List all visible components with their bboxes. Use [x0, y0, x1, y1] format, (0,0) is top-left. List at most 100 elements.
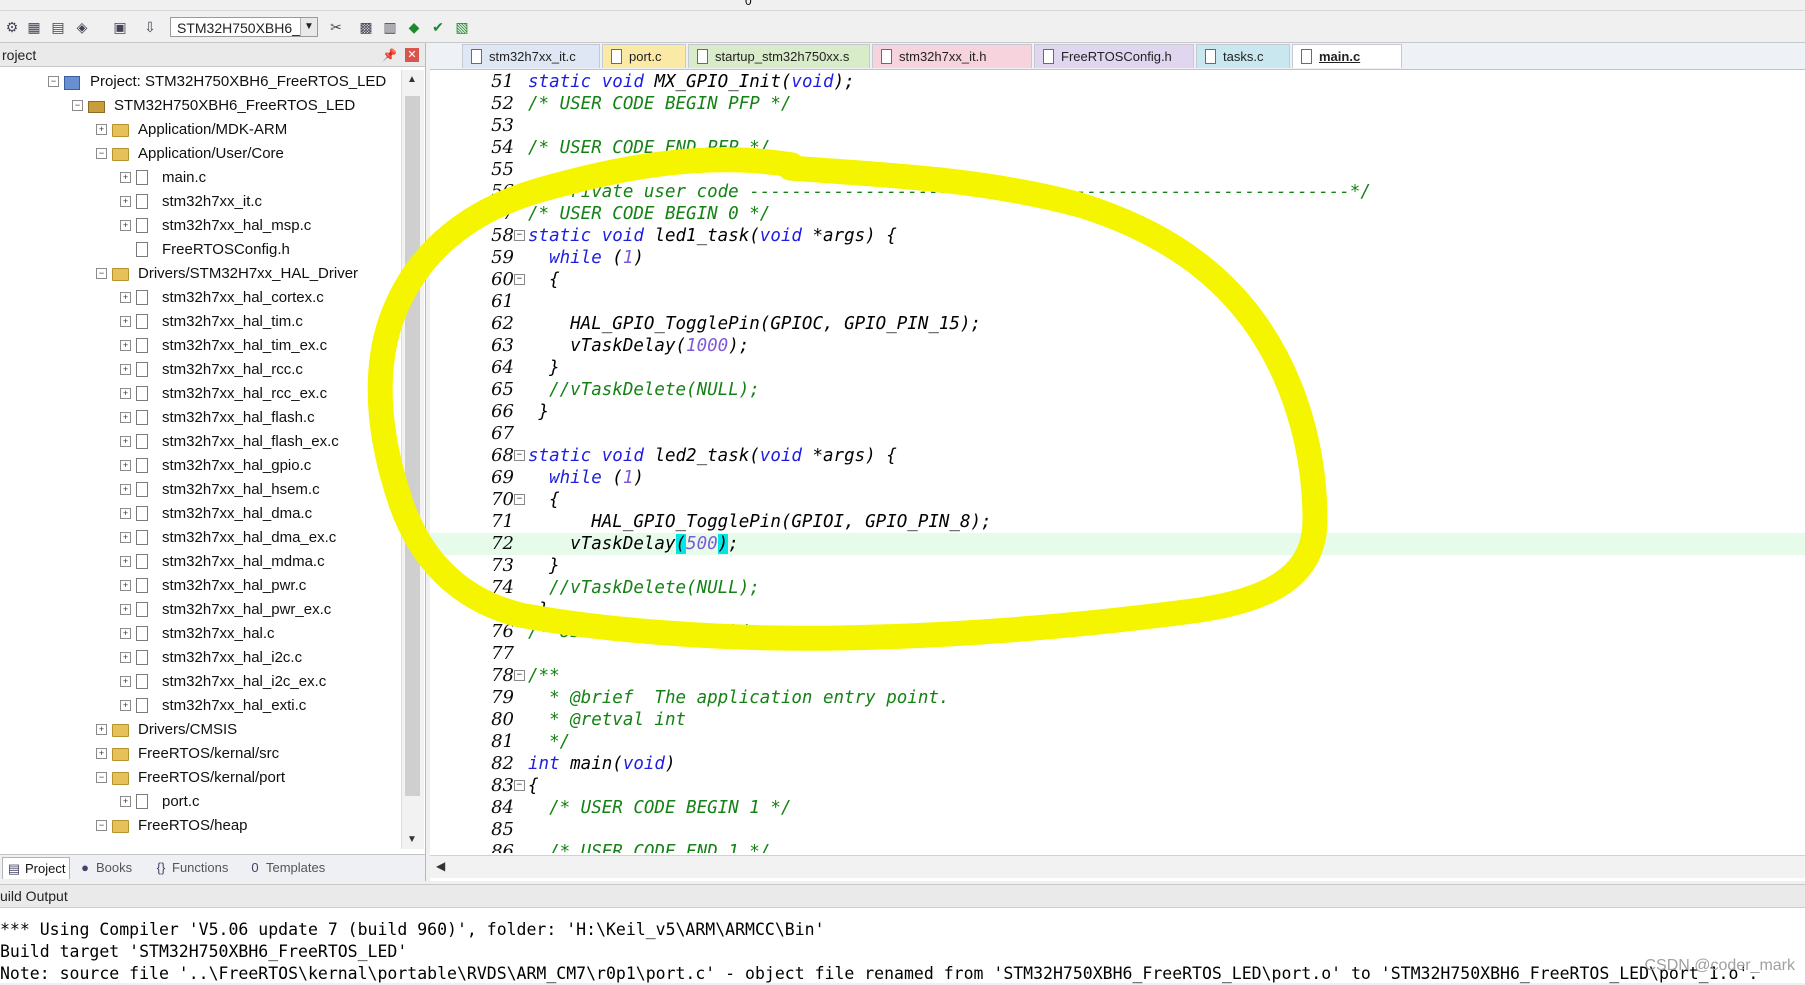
close-icon[interactable]: ✕	[405, 48, 419, 62]
tree-item[interactable]: + stm32h7xx_hal_tim_ex.c	[0, 334, 400, 358]
code-line[interactable]: 68− static void led2_task(void *args) {	[430, 445, 1805, 467]
tree-item[interactable]: + FreeRTOS/kernal/src	[0, 742, 400, 766]
code-view[interactable]: 51 static void MX_GPIO_Init(void); 52 /* US…	[430, 71, 1805, 853]
expand-icon[interactable]: +	[120, 676, 131, 687]
code-line[interactable]: 83−{	[430, 775, 1805, 797]
code-line[interactable]: 54 /* USER CODE END PFP */	[430, 137, 1805, 159]
code-line[interactable]: 67	[430, 423, 1805, 445]
code-line[interactable]: 51 static void MX_GPIO_Init(void);	[430, 71, 1805, 93]
expand-icon[interactable]: +	[120, 172, 131, 183]
fold-icon[interactable]: −	[514, 670, 525, 681]
tree-item[interactable]: + stm32h7xx_hal_msp.c	[0, 214, 400, 238]
collapse-icon[interactable]: −	[48, 76, 59, 87]
tree-item[interactable]: + stm32h7xx_hal_i2c_ex.c	[0, 670, 400, 694]
tree-item[interactable]: + stm32h7xx_hal_flash_ex.c	[0, 430, 400, 454]
download-icon[interactable]: ⇩	[140, 17, 160, 37]
tree-item[interactable]: + stm32h7xx_hal_dma.c	[0, 502, 400, 526]
tree-item[interactable]: − FreeRTOS/heap	[0, 814, 400, 838]
fold-icon[interactable]: −	[514, 274, 525, 285]
manage-components-icon[interactable]: ▩	[356, 17, 376, 37]
build-icon[interactable]: ▦	[24, 17, 44, 37]
expand-icon[interactable]: +	[120, 700, 131, 711]
code-line[interactable]: 80 * @retval int	[430, 709, 1805, 731]
expand-icon[interactable]: +	[120, 220, 131, 231]
target-select[interactable]: STM32H750XBH6_F ▼	[170, 17, 318, 37]
fold-icon[interactable]: −	[514, 494, 525, 505]
code-line[interactable]: 62 HAL_GPIO_TogglePin(GPIOC, GPIO_PIN_15…	[430, 313, 1805, 335]
file-tab[interactable]: startup_stm32h750xx.s	[688, 44, 870, 68]
expand-icon[interactable]: +	[120, 508, 131, 519]
tab-project[interactable]: ▤ Project	[2, 857, 70, 879]
collapse-icon[interactable]: −	[96, 772, 107, 783]
expand-icon[interactable]: +	[120, 652, 131, 663]
expand-icon[interactable]: +	[120, 292, 131, 303]
code-line[interactable]: 77	[430, 643, 1805, 665]
tree-item[interactable]: − Project: STM32H750XBH6_FreeRTOS_LED	[0, 70, 400, 94]
code-line[interactable]: 73 }	[430, 555, 1805, 577]
code-line[interactable]: 84 /* USER CODE BEGIN 1 */	[430, 797, 1805, 819]
expand-icon[interactable]: +	[120, 532, 131, 543]
expand-icon[interactable]: +	[120, 580, 131, 591]
tree-item[interactable]: + stm32h7xx_hal_dma_ex.c	[0, 526, 400, 550]
tree-item[interactable]: + port.c	[0, 790, 400, 814]
scrollbar-thumb[interactable]	[405, 96, 420, 796]
rebuild-icon[interactable]: ▤	[48, 17, 68, 37]
tree-item[interactable]: + stm32h7xx_hal_i2c.c	[0, 646, 400, 670]
code-line[interactable]: 70− {	[430, 489, 1805, 511]
code-line[interactable]: 78−/**	[430, 665, 1805, 687]
code-line[interactable]: 79 * @brief The application entry point.	[430, 687, 1805, 709]
code-line[interactable]: 55	[430, 159, 1805, 181]
code-line[interactable]: 69 while (1)	[430, 467, 1805, 489]
code-line[interactable]: 71 HAL_GPIO_TogglePin(GPIOI, GPIO_PIN_8)…	[430, 511, 1805, 533]
code-line[interactable]: 58− static void led1_task(void *args) {	[430, 225, 1805, 247]
code-line[interactable]: 85	[430, 819, 1805, 841]
tab-templates[interactable]: 0 Templates	[244, 857, 340, 879]
tab-functions[interactable]: {} Functions	[150, 857, 240, 879]
collapse-icon[interactable]: −	[96, 820, 107, 831]
pin-icon[interactable]: 📌	[382, 43, 397, 67]
code-line[interactable]: 63 vTaskDelay(1000);	[430, 335, 1805, 357]
file-tab[interactable]: port.c	[602, 44, 686, 68]
tree-item[interactable]: − Application/User/Core	[0, 142, 400, 166]
expand-icon[interactable]: +	[120, 556, 131, 567]
tree-item[interactable]: + Drivers/CMSIS	[0, 718, 400, 742]
expand-icon[interactable]: +	[120, 388, 131, 399]
code-line[interactable]: 81 */	[430, 731, 1805, 753]
expand-icon[interactable]: +	[120, 316, 131, 327]
tree-item[interactable]: + stm32h7xx_hal_gpio.c	[0, 454, 400, 478]
expand-icon[interactable]: +	[120, 196, 131, 207]
expand-icon[interactable]: +	[120, 340, 131, 351]
code-line[interactable]: 56 /* Private user code -----------------…	[430, 181, 1805, 203]
expand-icon[interactable]: +	[120, 436, 131, 447]
file-extensions-icon[interactable]: ▥	[380, 17, 400, 37]
collapse-icon[interactable]: −	[96, 268, 107, 279]
tree-item[interactable]: + stm32h7xx_hal_tim.c	[0, 310, 400, 334]
fold-icon[interactable]: −	[514, 450, 525, 461]
expand-icon[interactable]: +	[120, 604, 131, 615]
editor-horizontal-scrollbar[interactable]: ◀	[430, 855, 1805, 878]
code-line[interactable]: 76 /* USER CODE END 0 */	[430, 621, 1805, 643]
tree-item[interactable]: + stm32h7xx_hal_exti.c	[0, 694, 400, 718]
fold-icon[interactable]: −	[514, 230, 525, 241]
expand-icon[interactable]: +	[120, 484, 131, 495]
target-options-icon[interactable]: ✂	[326, 17, 346, 37]
tree-item[interactable]: + stm32h7xx_hal_rcc.c	[0, 358, 400, 382]
scroll-left-icon[interactable]: ◀	[436, 859, 445, 873]
tree-item[interactable]: + stm32h7xx_hal_pwr.c	[0, 574, 400, 598]
code-line[interactable]: 82 int main(void)	[430, 753, 1805, 775]
file-tab[interactable]: main.c	[1292, 44, 1402, 68]
fold-icon[interactable]: −	[514, 780, 525, 791]
collapse-icon[interactable]: −	[96, 148, 107, 159]
run-time-env-icon[interactable]: ◆	[404, 17, 424, 37]
tree-item[interactable]: + stm32h7xx_hal_pwr_ex.c	[0, 598, 400, 622]
expand-icon[interactable]: +	[96, 724, 107, 735]
tree-item[interactable]: + stm32h7xx_hal_rcc_ex.c	[0, 382, 400, 406]
tab-books[interactable]: ● Books	[74, 857, 146, 879]
code-line[interactable]: 64 }	[430, 357, 1805, 379]
code-line[interactable]: 53	[430, 115, 1805, 137]
tree-item[interactable]: + Application/MDK-ARM	[0, 118, 400, 142]
code-line[interactable]: 60− {	[430, 269, 1805, 291]
batch-build-icon[interactable]: ◈	[72, 17, 92, 37]
tree-item[interactable]: − FreeRTOS/kernal/port	[0, 766, 400, 790]
select-software-packs-icon[interactable]: ▧	[452, 17, 472, 37]
